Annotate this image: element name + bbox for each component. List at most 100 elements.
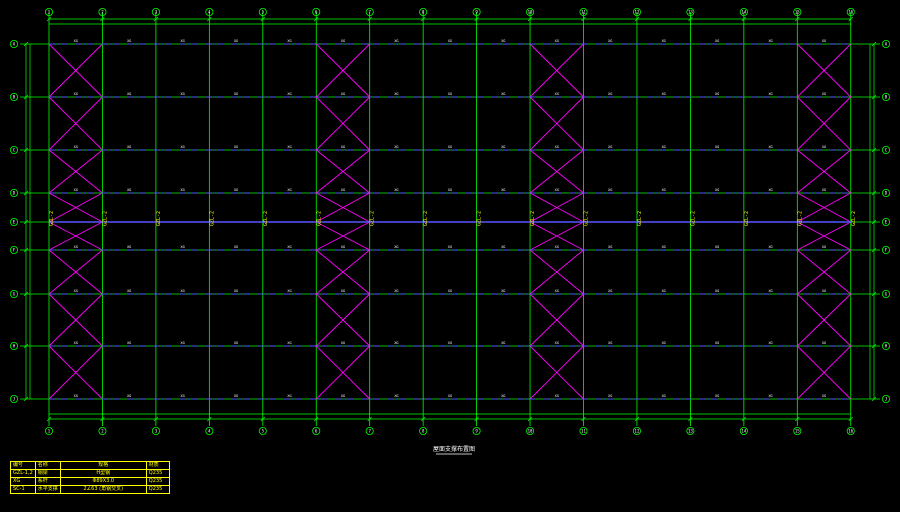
tie-label: XG xyxy=(341,245,345,249)
grid-bubble-label: 16 xyxy=(848,429,853,434)
tie-label: XG xyxy=(394,145,398,149)
legend-cell: 钢梁 xyxy=(34,469,61,478)
gzl-label: GZL-2 xyxy=(263,211,269,226)
legend-cell: Φ89X3.0 xyxy=(59,477,147,486)
tie-label: XG xyxy=(74,92,78,96)
grid-bubble-label: 13 xyxy=(688,429,693,434)
tie-label: XG xyxy=(127,145,131,149)
tie-label: XG xyxy=(234,341,238,345)
tie-label: XG xyxy=(768,188,772,192)
tie-label: XG xyxy=(181,92,185,96)
tie-label: XG xyxy=(501,394,505,398)
tie-label: XG xyxy=(181,188,185,192)
tie-label: XG xyxy=(74,245,78,249)
tie-label: XG xyxy=(287,188,291,192)
legend-header-row: 编号 名称 规格 材质 xyxy=(10,461,170,470)
grid-bubble-label: 13 xyxy=(688,10,693,15)
grid-bubble-label: H xyxy=(885,344,888,349)
grid-bubble-label: 9 xyxy=(475,10,478,15)
tie-label: XG xyxy=(555,289,559,293)
tie-label: XG xyxy=(501,188,505,192)
gzl-label: GZL-2 xyxy=(49,211,55,226)
grid-bubble-label: J xyxy=(885,397,887,402)
grid-bubble-label: G xyxy=(885,292,888,297)
tie-label: XG xyxy=(341,341,345,345)
grid-bubble-label: 8 xyxy=(422,10,425,15)
tie-label: XG xyxy=(715,341,719,345)
tie-label: XG xyxy=(341,145,345,149)
tie-label: XG xyxy=(715,39,719,43)
tie-label: XG xyxy=(501,39,505,43)
tie-label: XG xyxy=(715,145,719,149)
tie-label: XG xyxy=(608,245,612,249)
grid-bubble-label: E xyxy=(885,220,888,225)
tie-label: XG xyxy=(74,188,78,192)
tie-label: XG xyxy=(768,341,772,345)
tie-label: XG xyxy=(501,92,505,96)
tie-label: XG xyxy=(608,394,612,398)
gzl-label: GZL-2 xyxy=(744,211,750,226)
tie-label: XG xyxy=(74,341,78,345)
grid-bubble-label: 5 xyxy=(262,10,265,15)
tie-label: XG xyxy=(662,188,666,192)
tie-label: XG xyxy=(234,39,238,43)
legend-header-cell: 编号 xyxy=(10,461,36,470)
grid-bubble-label: 7 xyxy=(368,429,371,434)
gzl-label: GZL-2 xyxy=(156,211,162,226)
tie-label: XG xyxy=(555,188,559,192)
tie-label: XG xyxy=(662,394,666,398)
tie-label: XG xyxy=(448,394,452,398)
tie-label: XG xyxy=(74,39,78,43)
tie-label: XG xyxy=(341,92,345,96)
tie-label: XG xyxy=(608,39,612,43)
gzl-label: GZL-2 xyxy=(584,211,590,226)
tie-label: XG xyxy=(662,341,666,345)
tie-label: XG xyxy=(234,289,238,293)
tie-label: XG xyxy=(127,92,131,96)
tie-label: XG xyxy=(181,145,185,149)
tie-label: XG xyxy=(394,188,398,192)
grid-bubble-label: 14 xyxy=(741,429,746,434)
legend-cell: Q235 xyxy=(145,485,170,494)
grid-bubble-label: 4 xyxy=(208,10,211,15)
tie-label: XG xyxy=(74,145,78,149)
tie-label: XG xyxy=(608,145,612,149)
tie-label: XG xyxy=(822,245,826,249)
legend-cell: XG xyxy=(10,477,36,486)
tie-label: XG xyxy=(127,188,131,192)
tie-label: XG xyxy=(822,289,826,293)
tie-rod-lines: XG XG XG XG XG XG XG XG XG XG XG XG XG XG XG XG XG XG XG XG… xyxy=(49,39,857,400)
tie-label: XG xyxy=(768,145,772,149)
tie-label: XG xyxy=(448,145,452,149)
grid-bubble-label: 11 xyxy=(581,10,586,15)
grid-bubble-label: 10 xyxy=(528,10,533,15)
grid-bubble-label: 1 xyxy=(48,429,51,434)
tie-label: XG xyxy=(608,188,612,192)
legend-header-cell: 材质 xyxy=(145,461,170,470)
grid-bubble-label: 2 xyxy=(101,429,104,434)
tie-label: XG xyxy=(234,188,238,192)
tie-label: XG xyxy=(181,289,185,293)
tie-label: XG xyxy=(555,394,559,398)
tie-label: XG xyxy=(127,289,131,293)
tie-label: XG xyxy=(394,394,398,398)
tie-label: XG xyxy=(662,289,666,293)
member-legend-table: 编号 名称 规格 材质 GZL-1,2 钢梁 H型钢 Q235 XG 系杆 Φ8… xyxy=(10,461,170,494)
grid-bubble-label: J xyxy=(13,397,15,402)
legend-cell: 水平支撑 xyxy=(34,485,61,494)
grid-bubble-label: C xyxy=(13,148,16,153)
tie-label: XG xyxy=(394,92,398,96)
grid-bubble-label: E xyxy=(13,220,16,225)
legend-row: XG 系杆 Φ89X3.0 Q235 xyxy=(10,477,170,486)
tie-label: XG xyxy=(394,289,398,293)
tie-label: XG xyxy=(234,145,238,149)
grid-bubble-label: G xyxy=(13,292,16,297)
tie-label: XG xyxy=(555,145,559,149)
tie-label: XG xyxy=(341,394,345,398)
grid-bubble-label: 7 xyxy=(368,10,371,15)
tie-label: XG xyxy=(74,394,78,398)
tie-label: XG xyxy=(662,245,666,249)
tie-label: XG xyxy=(768,289,772,293)
tie-label: XG xyxy=(234,245,238,249)
tie-label: XG xyxy=(608,289,612,293)
